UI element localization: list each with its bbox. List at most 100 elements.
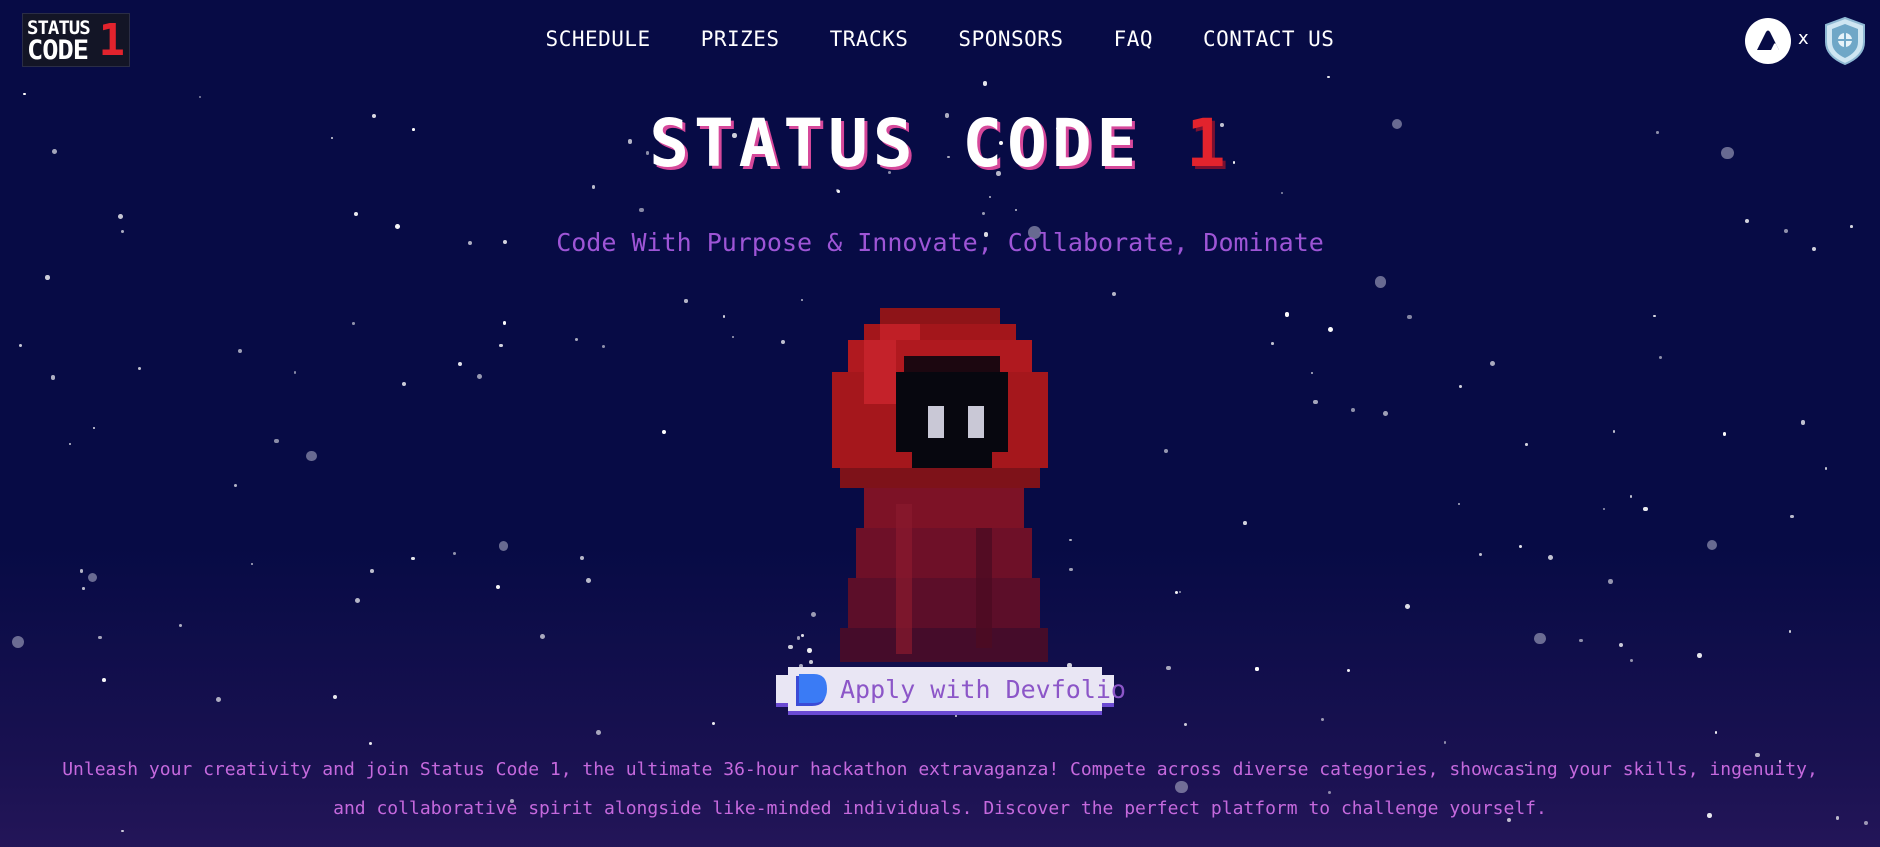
nav-prizes[interactable]: PRIZES — [701, 27, 780, 51]
star-dot — [306, 451, 317, 462]
star-dot — [1642, 506, 1648, 512]
star-dot — [595, 730, 601, 735]
star-dot — [250, 562, 253, 565]
nav-schedule[interactable]: SCHEDULE — [546, 27, 651, 51]
star-dot — [1653, 314, 1656, 317]
star-dot — [788, 644, 793, 650]
star-dot — [1111, 291, 1117, 297]
star-dot — [1459, 384, 1463, 388]
star-dot — [237, 348, 243, 354]
star-dot — [1824, 466, 1828, 470]
star-dot — [1723, 432, 1727, 436]
star-dot — [1525, 443, 1529, 447]
star-dot — [233, 483, 238, 487]
star-dot — [1478, 552, 1483, 557]
star-dot — [12, 635, 25, 649]
star-dot — [731, 335, 734, 338]
star-dot — [477, 374, 483, 379]
apply-button-left-cap — [776, 675, 788, 703]
star-dot — [499, 344, 503, 348]
star-dot — [1790, 514, 1794, 519]
star-dot — [178, 623, 182, 627]
star-dot — [1548, 555, 1554, 561]
star-dot — [368, 741, 373, 746]
star-dot — [370, 569, 374, 573]
star-dot — [1863, 821, 1868, 826]
nav-sponsors[interactable]: SPONSORS — [958, 27, 1063, 51]
star-dot — [137, 367, 141, 371]
star-dot — [1714, 731, 1718, 734]
star-dot — [1280, 191, 1283, 194]
nav-faq[interactable]: FAQ — [1114, 27, 1153, 51]
tagline: Code With Purpose & Innovate, Collaborat… — [556, 228, 1324, 257]
star-dot — [23, 92, 26, 96]
star-dot — [102, 678, 106, 683]
star-dot — [574, 337, 579, 342]
star-dot — [87, 573, 98, 583]
star-dot — [1346, 669, 1350, 673]
star-dot — [502, 321, 507, 325]
star-dot — [457, 361, 463, 367]
apply-with-devfolio-button[interactable]: Apply with Devfolio — [776, 667, 1126, 715]
star-dot — [1618, 643, 1623, 648]
star-dot — [401, 382, 406, 387]
star-dot — [1375, 276, 1387, 288]
star-dot — [662, 430, 667, 434]
star-dot — [1327, 75, 1331, 79]
main-nav: SCHEDULE PRIZES TRACKS SPONSORS FAQ CONT… — [0, 27, 1880, 51]
avalanche-logo-icon[interactable] — [1745, 18, 1791, 64]
star-dot — [1579, 638, 1583, 643]
star-dot — [1443, 741, 1447, 745]
star-dot — [1015, 208, 1018, 211]
star-dot — [988, 195, 991, 198]
shield-crest-logo-icon[interactable] — [1822, 16, 1868, 70]
star-dot — [1706, 540, 1717, 551]
star-dot — [1166, 665, 1171, 671]
star-dot — [1612, 430, 1616, 433]
devfolio-logo-icon — [790, 672, 830, 714]
star-dot — [601, 344, 606, 349]
star-dot — [722, 315, 726, 318]
star-dot — [274, 438, 279, 444]
star-dot — [1534, 632, 1546, 645]
red-hooded-pixel-character — [800, 305, 1080, 669]
star-dot — [1800, 420, 1806, 425]
star-dot — [1178, 590, 1181, 594]
star-dot — [354, 211, 359, 216]
star-dot — [800, 298, 804, 302]
star-dot — [1383, 411, 1388, 416]
star-dot — [579, 556, 584, 561]
star-dot — [954, 714, 957, 717]
star-dot — [1518, 544, 1522, 549]
star-dot — [1658, 355, 1662, 359]
star-dot — [781, 339, 786, 345]
star-dot — [50, 375, 56, 380]
star-dot — [1602, 507, 1606, 511]
page-title: STATUS CODE 1 — [0, 105, 1880, 182]
sponsor-separator: x — [1798, 28, 1809, 49]
nav-tracks[interactable]: TRACKS — [830, 27, 909, 51]
star-dot — [452, 551, 457, 556]
star-dot — [1697, 652, 1702, 658]
star-dot — [1320, 717, 1325, 722]
star-dot — [332, 695, 338, 700]
star-dot — [1788, 630, 1792, 633]
star-dot — [982, 81, 988, 86]
star-dot — [1284, 311, 1290, 317]
star-dot — [121, 829, 124, 833]
star-dot — [837, 190, 840, 193]
star-dot — [1310, 372, 1313, 375]
star-dot — [496, 584, 501, 590]
title-number: 1 — [1186, 105, 1231, 182]
star-dot — [1175, 591, 1179, 595]
star-dot — [97, 635, 102, 640]
star-dot — [216, 697, 222, 703]
star-dot — [45, 275, 50, 280]
star-dot — [684, 299, 688, 303]
star-dot — [1243, 521, 1247, 526]
star-dot — [1255, 667, 1259, 671]
star-dot — [981, 212, 985, 216]
nav-contact-us[interactable]: CONTACT US — [1203, 27, 1334, 51]
star-dot — [540, 633, 546, 639]
star-dot — [1490, 360, 1496, 366]
